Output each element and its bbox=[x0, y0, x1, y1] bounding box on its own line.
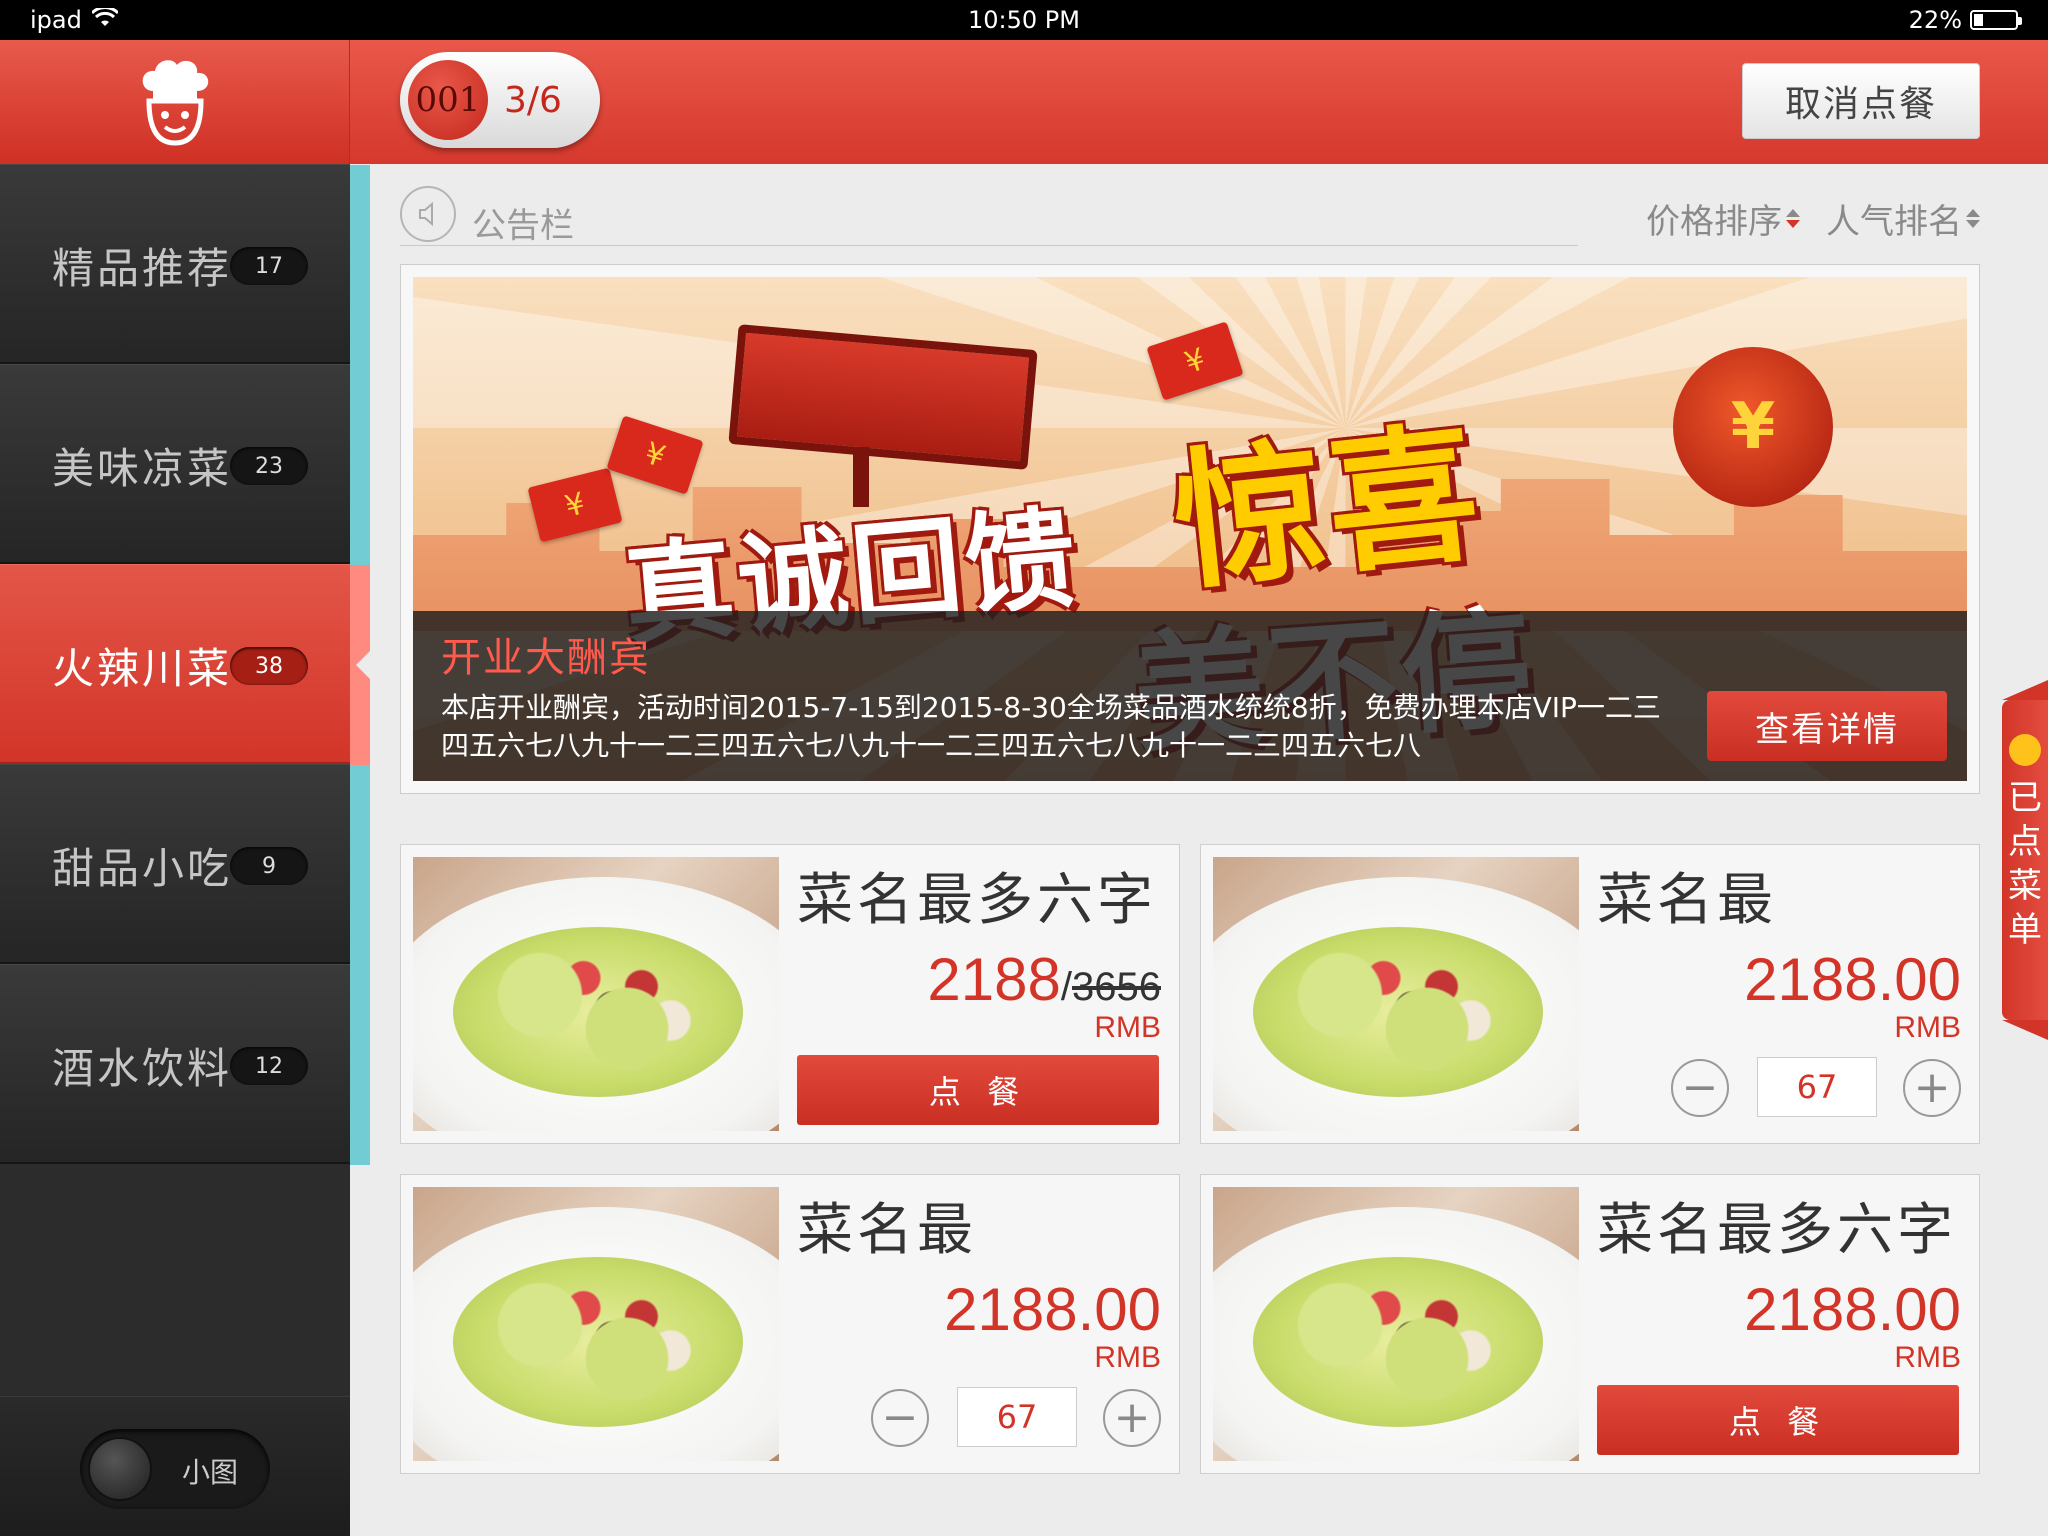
sort-popularity-label: 人气排名 bbox=[1826, 202, 1962, 242]
dish-card[interactable]: 菜名最 2188.00 RMB − 67 + bbox=[1200, 844, 1980, 1144]
promo-banner[interactable]: ¥ ¥ ¥ ¥ 真诚回馈 惊喜 美不停 开业大酬宾 本店开业酬宾，活动时间201… bbox=[400, 264, 1980, 794]
cancel-order-button[interactable]: 取消点餐 bbox=[1742, 63, 1980, 139]
sort-arrows-icon bbox=[1966, 209, 1980, 228]
quantity-field[interactable]: 67 bbox=[957, 1387, 1077, 1447]
speaker-icon bbox=[400, 186, 456, 242]
dish-card[interactable]: 菜名最多六字 2188.00 RMB 点 餐 bbox=[1200, 1174, 1980, 1474]
banner-image: ¥ ¥ ¥ ¥ 真诚回馈 惊喜 美不停 开业大酬宾 本店开业酬宾，活动时间201… bbox=[413, 277, 1967, 781]
quantity-stepper: − 67 + bbox=[871, 1387, 1161, 1447]
dish-card[interactable]: 菜名最多六字 2188/3656 RMB 点 餐 bbox=[400, 844, 1180, 1144]
category-count-badge: 9 bbox=[230, 847, 308, 885]
category-label: 精品推荐 bbox=[52, 244, 233, 293]
category-count-badge: 38 bbox=[230, 647, 308, 685]
quantity-stepper: − 67 + bbox=[1671, 1057, 1961, 1117]
active-pointer-icon bbox=[356, 651, 370, 679]
banner-description: 本店开业酬宾，活动时间2015-7-15到2015-8-30全场菜品酒水统统8折… bbox=[441, 691, 1661, 762]
ordered-menu-tab[interactable]: 已点菜单 bbox=[2002, 680, 2048, 1040]
sidebar-footer: 小图 bbox=[0, 1396, 350, 1536]
category-strip bbox=[350, 165, 370, 365]
header-bar: 001 3/6 取消点餐 bbox=[0, 40, 2048, 164]
category-item-3[interactable]: 甜品小吃 9 bbox=[0, 764, 370, 965]
category-label: 甜品小吃 bbox=[52, 844, 233, 893]
category-count-badge: 17 bbox=[230, 247, 308, 285]
chef-icon bbox=[142, 60, 208, 146]
ordered-menu-label: 已点菜单 bbox=[2008, 778, 2042, 950]
battery-icon bbox=[1970, 10, 2022, 30]
banner-caption: 开业大酬宾 本店开业酬宾，活动时间2015-7-15到2015-8-30全场菜品… bbox=[413, 611, 1967, 781]
category-label: 美味凉菜 bbox=[52, 444, 233, 493]
sort-by-price-button[interactable]: 价格排序 bbox=[1646, 194, 1800, 243]
dish-name: 菜名最 bbox=[797, 1198, 977, 1263]
category-sidebar: 精品推荐 17 美味凉菜 23 火辣川菜 38 甜品小吃 9 酒水饮料 12 小… bbox=[0, 164, 370, 1536]
category-item-2[interactable]: 火辣川菜 38 bbox=[0, 564, 370, 765]
notice-bar[interactable]: 公告栏 bbox=[400, 186, 1578, 246]
dish-name: 菜名最多六字 bbox=[797, 868, 1157, 933]
banner-title: 开业大酬宾 bbox=[441, 635, 651, 681]
logo bbox=[0, 40, 350, 164]
sort-price-label: 价格排序 bbox=[1646, 202, 1782, 242]
currency-label: RMB bbox=[1894, 1341, 1961, 1374]
order-button[interactable]: 点 餐 bbox=[797, 1055, 1159, 1125]
order-button[interactable]: 点 餐 bbox=[1597, 1385, 1959, 1455]
dish-price: 2188/3656 bbox=[927, 946, 1161, 1013]
category-item-0[interactable]: 精品推荐 17 bbox=[0, 164, 370, 365]
current-price: 2188 bbox=[927, 946, 1061, 1013]
dish-name: 菜名最 bbox=[1597, 868, 1777, 933]
decrease-quantity-button[interactable]: − bbox=[1671, 1059, 1729, 1117]
category-strip bbox=[350, 765, 370, 965]
category-label: 酒水饮料 bbox=[52, 1044, 233, 1093]
dish-image[interactable] bbox=[413, 1187, 779, 1461]
quantity-field[interactable]: 67 bbox=[1757, 1057, 1877, 1117]
dish-image[interactable] bbox=[1213, 857, 1579, 1131]
category-item-1[interactable]: 美味凉菜 23 bbox=[0, 364, 370, 565]
status-bar: ipad 10:50 PM 22% bbox=[0, 0, 2048, 40]
category-strip bbox=[350, 365, 370, 565]
dish-name: 菜名最多六字 bbox=[1597, 1198, 1957, 1263]
category-label: 火辣川菜 bbox=[52, 644, 233, 693]
notification-dot-icon bbox=[2009, 734, 2041, 766]
dish-price: 2188.00 bbox=[944, 1276, 1161, 1343]
table-number: 001 bbox=[408, 60, 488, 140]
dish-image[interactable] bbox=[1213, 1187, 1579, 1461]
dish-price: 2188.00 bbox=[1744, 1276, 1961, 1343]
category-item-4[interactable]: 酒水饮料 12 bbox=[0, 964, 370, 1165]
table-indicator[interactable]: 001 3/6 bbox=[400, 52, 600, 148]
sort-arrows-icon bbox=[1786, 209, 1800, 228]
dish-price: 2188.00 bbox=[1744, 946, 1961, 1013]
money-bag-icon: ¥ bbox=[1673, 347, 1833, 507]
increase-quantity-button[interactable]: + bbox=[1903, 1059, 1961, 1117]
category-count-badge: 23 bbox=[230, 447, 308, 485]
currency-label: RMB bbox=[1094, 1341, 1161, 1374]
thumbnail-size-toggle[interactable]: 小图 bbox=[80, 1429, 270, 1509]
decrease-quantity-button[interactable]: − bbox=[871, 1389, 929, 1447]
battery-percent: 22% bbox=[1908, 6, 1962, 34]
category-count-badge: 12 bbox=[230, 1047, 308, 1085]
currency-label: RMB bbox=[1094, 1011, 1161, 1044]
sort-controls: 价格排序 人气排名 bbox=[1646, 194, 1980, 243]
toggle-knob[interactable] bbox=[88, 1437, 152, 1501]
currency-label: RMB bbox=[1894, 1011, 1961, 1044]
main-content: 公告栏 价格排序 人气排名 ¥ ¥ ¥ ¥ 真诚回馈 惊喜 美不停 开业大酬宾 bbox=[370, 164, 2048, 1536]
sort-by-popularity-button[interactable]: 人气排名 bbox=[1826, 194, 1980, 243]
toggle-label: 小图 bbox=[182, 1456, 239, 1489]
increase-quantity-button[interactable]: + bbox=[1103, 1389, 1161, 1447]
view-details-button[interactable]: 查看详情 bbox=[1707, 691, 1947, 761]
clock: 10:50 PM bbox=[968, 6, 1080, 34]
dish-card[interactable]: 菜名最 2188.00 RMB − 67 + bbox=[400, 1174, 1180, 1474]
category-strip bbox=[350, 965, 370, 1165]
original-price: 3656 bbox=[1072, 965, 1161, 1009]
notice-title: 公告栏 bbox=[472, 206, 574, 246]
dish-image[interactable] bbox=[413, 857, 779, 1131]
table-count: 3/6 bbox=[504, 79, 562, 121]
